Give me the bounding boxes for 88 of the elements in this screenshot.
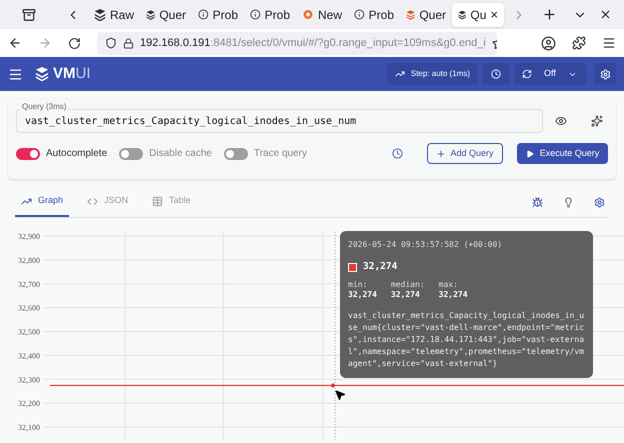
refresh-button[interactable]: Off: [514, 63, 586, 85]
code-icon: [87, 196, 98, 206]
view-tab[interactable]: Graph: [15, 187, 70, 217]
back-icon[interactable]: [8, 36, 22, 50]
layers-icon: [406, 8, 416, 22]
settings-button[interactable]: [594, 63, 616, 85]
tooltip-time: 2026-05-24 09:53:57:582 (+00:00): [348, 239, 504, 251]
menu-icon[interactable]: [8, 66, 23, 82]
close-window-icon[interactable]: [599, 8, 612, 21]
info-icon: [198, 8, 209, 21]
lock-icon: [123, 38, 134, 48]
url-text: 192.168.0.191:8481/select/0/vmui/#/?g0.range_input=109ms&g0.end_i: [140, 36, 486, 51]
hover-point: [331, 383, 335, 388]
step-button[interactable]: Step: auto (1ms): [386, 63, 478, 85]
tab-title: Quer: [419, 6, 446, 24]
lightbulb-icon[interactable]: [563, 196, 574, 208]
axis-tick-label: 32,900: [18, 232, 40, 241]
tab-overview-icon[interactable]: [22, 8, 36, 22]
tab-title: Quer: [159, 6, 186, 24]
reload-icon[interactable]: [68, 36, 81, 50]
browser-tab[interactable]: Prob: [192, 2, 244, 26]
eye-icon[interactable]: [555, 115, 567, 127]
settings-icon[interactable]: [594, 196, 605, 208]
axis-tick-label: 32,700: [18, 280, 40, 289]
tab-title: Prob: [368, 6, 394, 24]
app-logo-text: VMUI: [53, 64, 90, 84]
extensions-icon[interactable]: [572, 36, 586, 50]
sparkle-icon[interactable]: [591, 115, 603, 127]
tab-title: Prob: [212, 6, 238, 24]
axis-tick-label: 32,100: [18, 423, 40, 432]
toggle-switch[interactable]: [119, 148, 144, 160]
browser-tab[interactable]: Prob: [244, 2, 296, 26]
axis-tick-label: 32,200: [18, 399, 40, 408]
shield-icon: [105, 37, 117, 49]
account-icon[interactable]: [541, 36, 556, 50]
series-labels-text: vast_cluster_metrics_Capacity_logical_inodes_in_use_num{cluster="vast-dell-marce",endpoint="metrics",instance="172.18.44.171:443",job="vast-external",namespace="telemetry",prometheus="telemetry/vmagent",service="vast-external"}: [348, 310, 585, 370]
browser-tab[interactable]: Prob: [348, 2, 400, 26]
settings-icon: [600, 68, 610, 80]
mouse-pointer-icon: [334, 389, 346, 401]
history-icon[interactable]: [392, 148, 403, 159]
stat-value: 32,274: [348, 290, 377, 300]
axis-tick-label: 32,800: [18, 256, 40, 265]
toggle-label: Disable cache: [149, 147, 212, 161]
axis-tick-label: 32,300: [18, 375, 40, 384]
layers-icon: [94, 8, 106, 22]
query-text: vast_cluster_metrics_Capacity_logical_inodes_in_use_num: [25, 114, 356, 128]
info-icon: [354, 8, 365, 21]
browser-tab[interactable]: Quer: [140, 2, 192, 26]
menu-icon[interactable]: [602, 36, 616, 50]
table-icon: [152, 196, 164, 206]
tooltip-value: 32,274: [363, 260, 398, 274]
axis-tick-label: 32,400: [18, 351, 40, 360]
browser-tab[interactable]: Quer: [400, 2, 452, 26]
add-query-button[interactable]: Add Query: [427, 143, 503, 164]
layers-icon: [146, 8, 156, 22]
tab-title: New: [318, 6, 342, 24]
chart-line-icon: [394, 69, 405, 79]
address-bar[interactable]: 192.168.0.191:8481/select/0/vmui/#/?g0.range_input=109ms&g0.end_i: [97, 32, 497, 54]
axis-tick-label: 32,500: [18, 328, 40, 336]
browser-tab[interactable]: New: [296, 2, 348, 26]
toggle-switch[interactable]: [224, 148, 248, 160]
execute-query-button[interactable]: Execute Query: [517, 143, 608, 164]
tab-title: Raw: [110, 6, 134, 24]
toggle-switch[interactable]: [16, 148, 40, 160]
play-icon: [526, 150, 534, 158]
plus-icon: [436, 148, 446, 158]
field-label: Query (3ms): [20, 101, 68, 112]
stat-label: min:: [348, 280, 368, 290]
info-icon: [250, 8, 261, 21]
new-tab-icon[interactable]: [542, 7, 557, 22]
stat-label: median:: [390, 280, 425, 290]
time-range-button[interactable]: [482, 63, 510, 85]
browser-tab[interactable]: Raw: [88, 2, 140, 26]
bug-icon[interactable]: [532, 196, 543, 208]
clock-icon: [491, 69, 501, 79]
toggle-label: Autocomplete: [46, 147, 108, 161]
toggle-label: Trace query: [254, 147, 307, 161]
stat-value: 32,274: [390, 290, 421, 300]
browser-tab[interactable]: Qu ×: [452, 2, 504, 26]
tab-title: Qu: [470, 6, 486, 24]
close-tab-button[interactable]: ×: [490, 4, 498, 24]
logo-icon: [35, 67, 49, 81]
tab-title: Prob: [264, 6, 290, 24]
stat-value: 32,274: [438, 290, 468, 300]
stat-label: max:: [438, 280, 459, 290]
axis-tick-label: 32,600: [18, 304, 40, 313]
refresh-icon: [522, 69, 532, 79]
query-field[interactable]: vast_cluster_metrics_Capacity_logical_inodes_in_use_num: [16, 109, 543, 133]
